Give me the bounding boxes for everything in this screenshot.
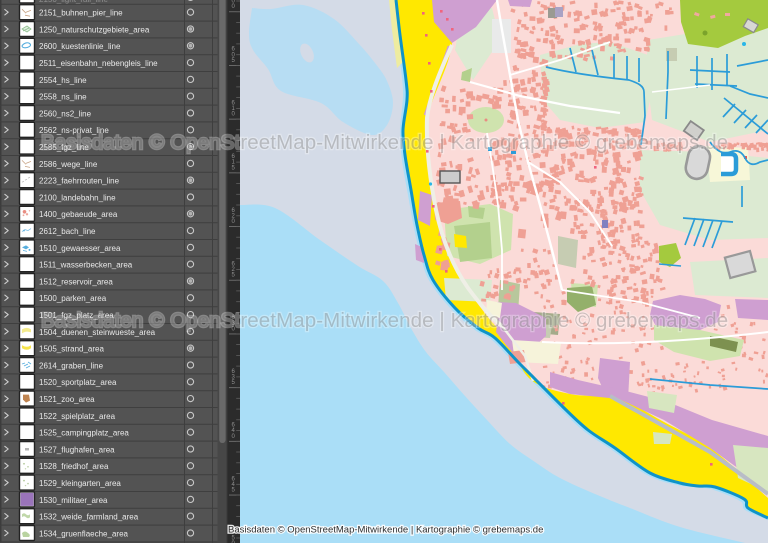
svg-text:2150_light_rail_line: 2150_light_rail_line <box>39 0 108 4</box>
svg-text:1528_friedhof_area: 1528_friedhof_area <box>39 462 109 471</box>
svg-text:1505_strand_area: 1505_strand_area <box>39 345 104 354</box>
svg-text:1500_parken_area: 1500_parken_area <box>39 294 107 303</box>
svg-text:2612_bach_line: 2612_bach_line <box>39 227 96 236</box>
svg-text:Basisdaten © OpenStreetMap-Mit: Basisdaten © OpenStreetMap-Mitwirkende |… <box>41 309 728 332</box>
svg-text:2223_faehrrouten_line: 2223_faehrrouten_line <box>39 177 120 186</box>
svg-text:2558_ns_line: 2558_ns_line <box>39 93 87 102</box>
svg-text:2511_eisenbahn_nebengleis_line: 2511_eisenbahn_nebengleis_line <box>39 59 158 68</box>
svg-text:2600_kuestenlinie_line: 2600_kuestenlinie_line <box>39 42 121 51</box>
svg-text:1522_spielplatz_area: 1522_spielplatz_area <box>39 412 116 421</box>
svg-text:1529_kleingarten_area: 1529_kleingarten_area <box>39 479 121 488</box>
svg-text:Basisdaten © OpenStreetMap-Mit: Basisdaten © OpenStreetMap-Mitwirkende |… <box>228 525 543 536</box>
svg-text:1520_sportplatz_area: 1520_sportplatz_area <box>39 378 117 387</box>
svg-text:1532_weide_farmland_area: 1532_weide_farmland_area <box>39 513 139 522</box>
svg-text:Basisdaten © OpenStreetMap-Mit: Basisdaten © OpenStreetMap-Mitwirkende |… <box>41 131 728 154</box>
svg-text:2586_wege_line: 2586_wege_line <box>39 160 98 169</box>
svg-text:1521_zoo_area: 1521_zoo_area <box>39 395 95 404</box>
svg-text:2100_landebahn_line: 2100_landebahn_line <box>39 193 116 202</box>
svg-text:2560_ns2_line: 2560_ns2_line <box>39 109 92 118</box>
svg-text:1511_wasserbecken_area: 1511_wasserbecken_area <box>39 261 133 270</box>
svg-text:2151_buhnen_pier_line: 2151_buhnen_pier_line <box>39 9 123 18</box>
svg-text:1534_gruenflaeche_area: 1534_gruenflaeche_area <box>39 529 129 538</box>
svg-text:2554_hs_line: 2554_hs_line <box>39 76 87 85</box>
svg-text:1530_militaer_area: 1530_militaer_area <box>39 496 108 505</box>
svg-text:1512_reservoir_area: 1512_reservoir_area <box>39 277 113 286</box>
svg-text:1527_flughafen_area: 1527_flughafen_area <box>39 445 115 454</box>
svg-text:1250_naturschutzgebiete_area: 1250_naturschutzgebiete_area <box>39 25 150 34</box>
svg-text:1400_gebaeude_area: 1400_gebaeude_area <box>39 210 118 219</box>
svg-text:1510_gewaesser_area: 1510_gewaesser_area <box>39 244 121 253</box>
svg-text:1525_campingplatz_area: 1525_campingplatz_area <box>39 429 129 438</box>
svg-text:2614_graben_line: 2614_graben_line <box>39 361 104 370</box>
